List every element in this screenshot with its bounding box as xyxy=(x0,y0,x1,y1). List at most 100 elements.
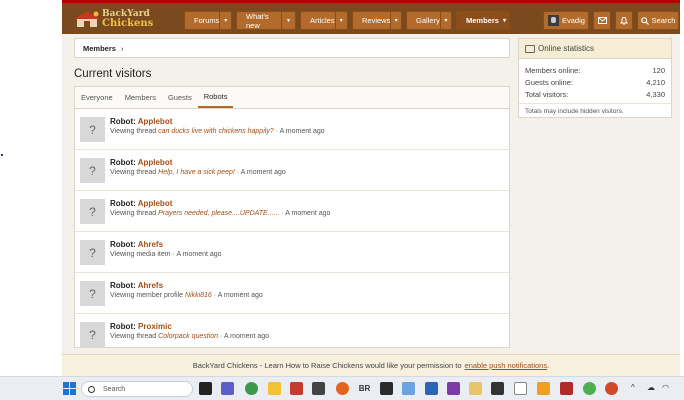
app-icon[interactable] xyxy=(312,382,325,395)
activity-action: Viewing thread xyxy=(110,333,157,340)
visitor-name: Robot: Proximic xyxy=(110,322,172,331)
nav-tab-whats-new[interactable]: What's new ▾ xyxy=(236,11,296,30)
chevron-down-icon[interactable]: ▾ xyxy=(390,12,401,29)
avatar[interactable]: ? xyxy=(80,322,105,347)
nav-label: What's new xyxy=(246,11,269,30)
notepad-icon[interactable] xyxy=(514,382,527,395)
visitor-activity: Viewing media item · A moment ago xyxy=(110,251,222,258)
activity-action: Viewing media item xyxy=(110,251,171,258)
br-app-icon[interactable]: BR xyxy=(358,382,371,395)
avatar[interactable]: ? xyxy=(80,281,105,306)
nav-tab-members[interactable]: Members ▾ xyxy=(456,11,510,30)
nav-label: Members xyxy=(466,16,499,25)
tab-members[interactable]: Members xyxy=(119,87,162,108)
list-item: ? Robot: Applebot Viewing thread Help, I… xyxy=(75,150,509,191)
sticky-notes-icon[interactable] xyxy=(380,382,393,395)
breadcrumb-members[interactable]: Members xyxy=(83,44,116,53)
nav-tab-forums[interactable]: Forums ▾ xyxy=(184,11,232,30)
robot-name[interactable]: Proximic xyxy=(138,322,172,331)
app-icon[interactable] xyxy=(537,382,550,395)
search-button[interactable]: Search xyxy=(637,11,679,30)
activity-time: A moment ago xyxy=(176,251,222,258)
robot-prefix: Robot: xyxy=(110,117,136,126)
stat-row: Total visitors: 4,330 xyxy=(519,90,671,100)
robot-name[interactable]: Ahrefs xyxy=(138,240,163,249)
chevron-up-icon[interactable]: ^ xyxy=(631,383,635,392)
chrome-icon[interactable] xyxy=(245,382,258,395)
chevron-down-icon[interactable]: ▾ xyxy=(439,12,451,29)
chevron-down-icon[interactable]: ▾ xyxy=(219,12,231,29)
site-page: BackYard Chickens Forums ▾ What's new ▾ Ar… xyxy=(62,0,680,376)
robot-name[interactable]: Applebot xyxy=(138,158,173,167)
separator: · xyxy=(281,210,284,217)
account-button[interactable]: Evadig xyxy=(543,11,589,30)
taskbar-search-placeholder: Search xyxy=(103,385,126,393)
activity-time: A moment ago xyxy=(240,169,286,176)
tab-everyone[interactable]: Everyone xyxy=(75,87,119,108)
chevron-down-icon[interactable]: ▾ xyxy=(281,12,295,29)
app-icon[interactable] xyxy=(491,382,504,395)
mail-icon[interactable] xyxy=(290,382,303,395)
user-area: Evadig Search xyxy=(543,11,679,30)
cloud-icon[interactable]: ☁ xyxy=(647,383,655,392)
nav-tab-reviews[interactable]: Reviews ▾ xyxy=(352,11,402,30)
robot-prefix: Robot: xyxy=(110,281,136,290)
onenote-icon[interactable] xyxy=(447,382,460,395)
list-item: ? Robot: Proximic Viewing thread Colorpa… xyxy=(75,314,509,355)
visitor-activity: Viewing thread can ducks live with chick… xyxy=(110,128,325,135)
avatar[interactable]: ? xyxy=(80,199,105,224)
app-icon[interactable] xyxy=(469,382,482,395)
visitor-activity: Viewing thread Colorpack question · A mo… xyxy=(110,333,269,340)
visitor-activity: Viewing member profile Nikki816 · A mome… xyxy=(110,292,263,299)
chevron-down-icon[interactable]: ▾ xyxy=(498,12,509,29)
activity-time: A moment ago xyxy=(223,333,270,340)
tab-guests[interactable]: Guests xyxy=(162,87,198,108)
widgets-icon[interactable] xyxy=(199,382,212,395)
activity-time: A moment ago xyxy=(285,210,331,217)
separator: · xyxy=(275,128,278,135)
visitor-activity: Viewing thread Help, I have a sick peep!… xyxy=(110,169,286,176)
widget-title: Online statistics xyxy=(538,44,595,53)
stat-label: Members online: xyxy=(525,66,581,75)
bell-icon xyxy=(620,17,628,25)
stats-list: Members online: 120 Guests online: 4,210 T… xyxy=(519,59,671,100)
activity-link[interactable]: Help, I have a sick peep! xyxy=(158,169,235,176)
inbox-button[interactable] xyxy=(593,11,611,30)
avatar[interactable]: ? xyxy=(80,117,105,142)
visitor-activity: Viewing thread Prayers needed, please...… xyxy=(110,210,330,217)
wifi-icon[interactable]: ◠ xyxy=(662,383,669,392)
stat-row: Guests online: 4,210 xyxy=(519,78,671,88)
nav-tab-articles[interactable]: Articles ▾ xyxy=(300,11,348,30)
robot-name[interactable]: Ahrefs xyxy=(138,281,163,290)
nav-tab-gallery[interactable]: Gallery ▾ xyxy=(406,11,452,30)
taskbar-search[interactable]: Search xyxy=(81,381,193,397)
word-icon[interactable] xyxy=(425,382,438,395)
push-notification-banner: BackYard Chickens - Learn How to Raise C… xyxy=(62,354,680,376)
avatar[interactable]: ? xyxy=(80,158,105,183)
copilot-icon[interactable] xyxy=(402,382,415,395)
site-logo[interactable]: BackYard Chickens xyxy=(70,7,170,31)
activity-link[interactable]: Prayers needed, please....UPDATE...... xyxy=(158,210,279,217)
chrome-icon[interactable] xyxy=(583,382,596,395)
app-icon[interactable] xyxy=(560,382,573,395)
avatar[interactable]: ? xyxy=(80,240,105,265)
firefox-icon[interactable] xyxy=(336,382,349,395)
file-explorer-icon[interactable] xyxy=(268,382,281,395)
breadcrumb: Members › xyxy=(74,38,510,58)
activity-link[interactable]: Colorpack question xyxy=(158,333,218,340)
stats-note: Totals may include hidden visitors. xyxy=(519,103,671,115)
tab-robots[interactable]: Robots xyxy=(197,87,234,108)
activity-link[interactable]: Nikki816 xyxy=(185,292,212,299)
activity-link[interactable]: can ducks live with chickens happily? xyxy=(158,128,274,135)
robot-name[interactable]: Applebot xyxy=(138,199,173,208)
visitor-name: Robot: Applebot xyxy=(110,199,172,208)
list-item: ? Robot: Ahrefs Viewing member profile N… xyxy=(75,273,509,314)
alerts-button[interactable] xyxy=(615,11,633,30)
chevron-down-icon[interactable]: ▾ xyxy=(334,12,347,29)
avatar xyxy=(548,15,559,26)
chrome-profile-icon[interactable] xyxy=(605,382,618,395)
enable-push-link[interactable]: enable push notifications xyxy=(465,361,548,370)
robot-name[interactable]: Applebot xyxy=(138,117,173,126)
windows-start-icon[interactable] xyxy=(63,382,76,395)
teams-icon[interactable] xyxy=(221,382,234,395)
